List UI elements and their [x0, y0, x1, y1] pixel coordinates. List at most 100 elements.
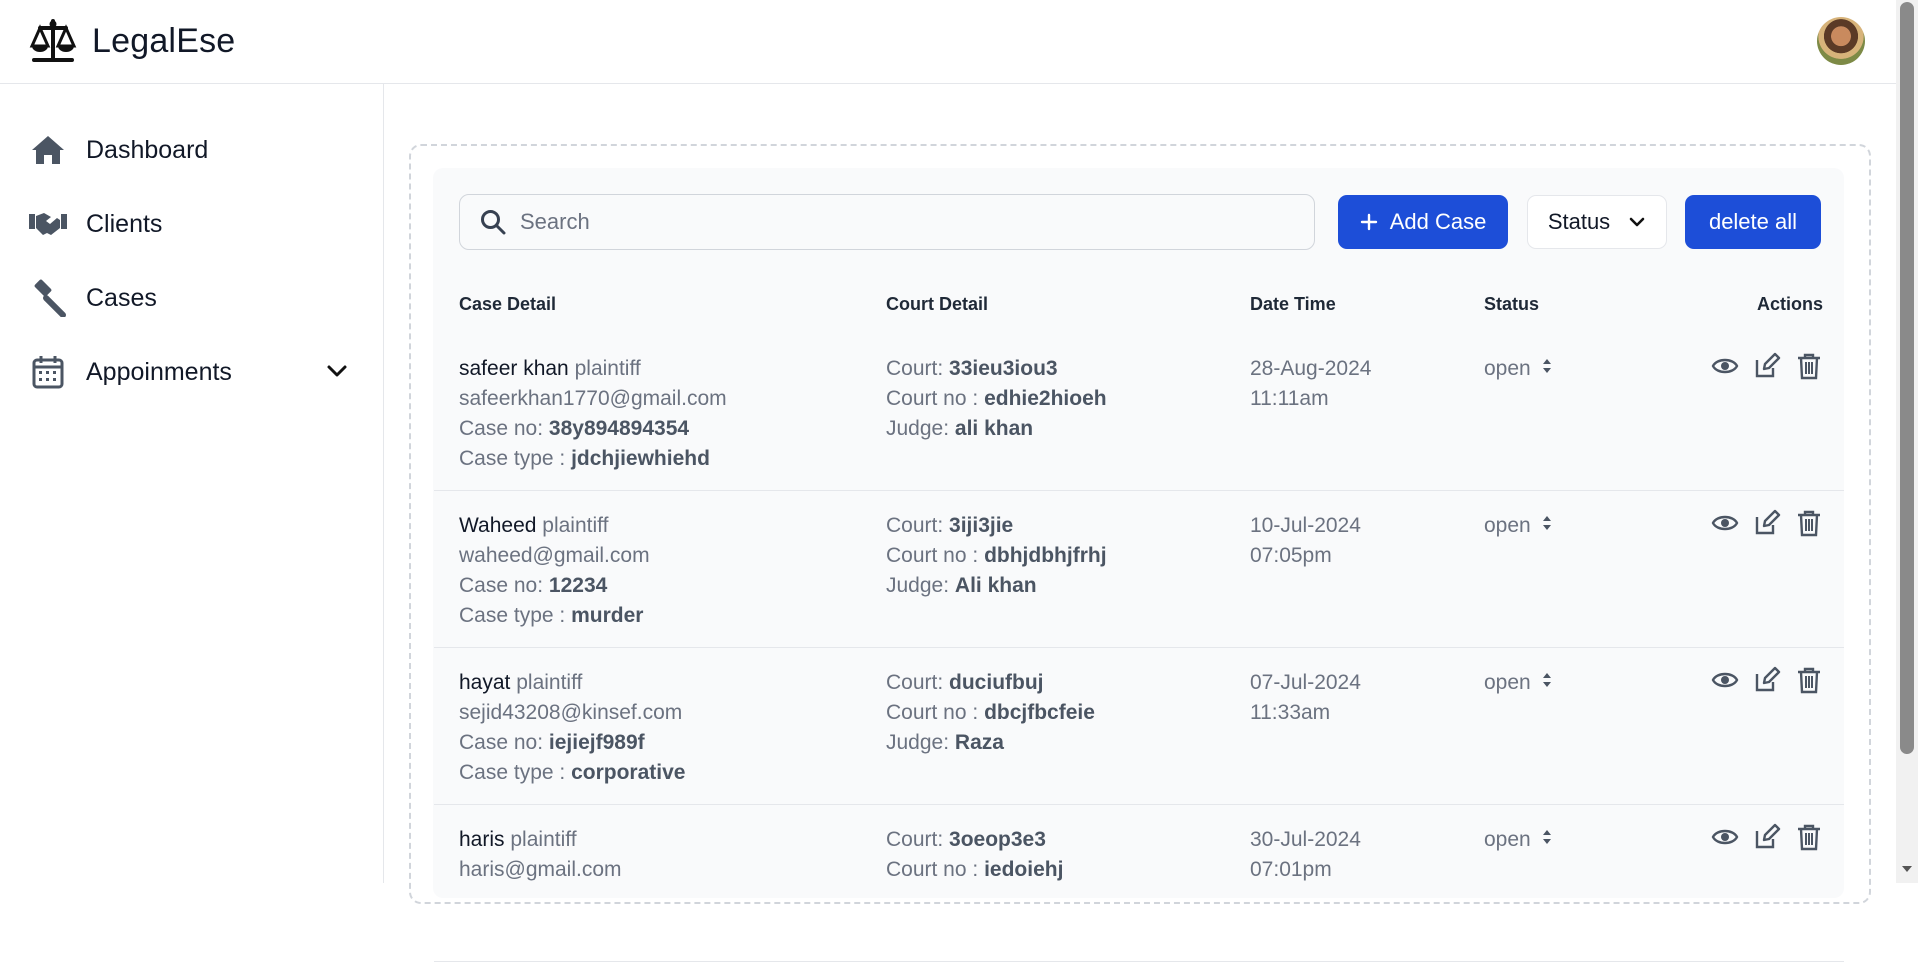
- table-row[interactable]: safeer khan plaintiff safeerkhan1770@gma…: [434, 334, 1844, 491]
- date-time-cell: 28-Aug-2024 11:11am: [1250, 354, 1371, 414]
- judge-label: Judge:: [886, 731, 950, 754]
- court-name: 33ieu3iou3: [949, 357, 1058, 380]
- table-row[interactable]: hayat plaintiff sejid43208@kinsef.com Ca…: [434, 648, 1844, 805]
- chevron-down-icon[interactable]: [326, 360, 348, 382]
- view-icon[interactable]: [1711, 509, 1739, 537]
- court-name: 3oeop3e3: [949, 828, 1046, 851]
- delete-all-button[interactable]: delete all: [1685, 195, 1821, 249]
- scrollbar-thumb[interactable]: [1900, 2, 1914, 754]
- sidebar-item-label: Appoinments: [86, 357, 232, 386]
- column-header-court-detail[interactable]: Court Detail: [886, 294, 988, 315]
- delete-icon[interactable]: [1795, 823, 1823, 851]
- sidebar-item-cases[interactable]: Cases: [28, 276, 348, 320]
- search-box[interactable]: [459, 194, 1315, 250]
- court-number-label: Court no :: [886, 544, 979, 567]
- view-icon[interactable]: [1711, 666, 1739, 694]
- plus-icon: [1360, 213, 1377, 231]
- case-time: 11:11am: [1250, 387, 1329, 410]
- case-number: iejiejf989f: [548, 731, 645, 754]
- sidebar-item-label: Clients: [86, 209, 163, 238]
- date-time-cell: 07-Jul-2024 11:33am: [1250, 668, 1361, 728]
- calendar-icon: [28, 352, 68, 392]
- client-name: hayat: [459, 671, 511, 694]
- delete-icon[interactable]: [1795, 666, 1823, 694]
- gavel-icon: [28, 278, 68, 318]
- column-header-date-time[interactable]: Date Time: [1250, 294, 1336, 315]
- case-type: jdchjiewhiehd: [571, 447, 710, 470]
- case-number-label: Case no:: [459, 731, 544, 754]
- brand[interactable]: LegalEse: [28, 18, 235, 64]
- court-detail-cell: Court: duciufbuj Court no : dbcjfbcfeie …: [886, 668, 1095, 758]
- judge-name: ali khan: [954, 417, 1034, 440]
- client-name: haris: [459, 828, 505, 851]
- court-label: Court:: [886, 357, 944, 380]
- client-role: plaintiff: [510, 828, 577, 851]
- column-header-case-detail[interactable]: Case Detail: [459, 294, 556, 315]
- add-case-label: Add Case: [1389, 209, 1487, 234]
- sidebar-item-clients[interactable]: Clients: [28, 202, 348, 246]
- edit-icon[interactable]: [1753, 352, 1781, 380]
- status-select[interactable]: open: [1484, 354, 1553, 384]
- row-actions: [1711, 352, 1823, 380]
- search-icon: [481, 210, 506, 235]
- case-date: 30-Jul-2024: [1250, 828, 1361, 851]
- row-actions: [1711, 823, 1823, 851]
- status-filter-dropdown[interactable]: Status: [1527, 195, 1667, 249]
- sidebar-item-dashboard[interactable]: Dashboard: [28, 128, 348, 172]
- case-number: 38y894894354: [548, 417, 690, 440]
- view-icon[interactable]: [1711, 352, 1739, 380]
- add-case-button[interactable]: Add Case: [1338, 195, 1508, 249]
- client-role: plaintiff: [574, 357, 641, 380]
- sort-arrows-icon: [1541, 668, 1553, 698]
- sort-arrows-icon: [1541, 354, 1553, 384]
- case-date: 28-Aug-2024: [1250, 357, 1372, 380]
- status-filter-label: Status: [1547, 209, 1611, 234]
- sidebar-item-appointments[interactable]: Appoinments: [28, 350, 348, 394]
- status-value: open: [1484, 671, 1531, 694]
- case-type-label: Case type :: [459, 604, 566, 627]
- court-number: iedoiehj: [984, 858, 1064, 881]
- court-label: Court:: [886, 828, 944, 851]
- edit-icon[interactable]: [1753, 823, 1781, 851]
- case-time: 07:01pm: [1250, 858, 1332, 881]
- app-name: LegalEse: [92, 21, 236, 60]
- judge-label: Judge:: [886, 417, 950, 440]
- view-icon[interactable]: [1711, 823, 1739, 851]
- edit-icon[interactable]: [1753, 509, 1781, 537]
- case-detail-cell: haris plaintiff haris@gmail.com: [459, 825, 622, 885]
- status-value: open: [1484, 514, 1531, 537]
- edit-icon[interactable]: [1753, 666, 1781, 694]
- sidebar: Dashboard Clients Cases Appoinments: [0, 84, 384, 883]
- sort-arrows-icon: [1541, 825, 1553, 855]
- delete-icon[interactable]: [1795, 352, 1823, 380]
- status-select[interactable]: open: [1484, 511, 1553, 541]
- sidebar-item-label: Dashboard: [86, 135, 209, 164]
- status-select[interactable]: open: [1484, 668, 1553, 698]
- client-email: haris@gmail.com: [459, 858, 622, 881]
- table-row[interactable]: haris plaintiff haris@gmail.com Court: 3…: [434, 805, 1844, 962]
- client-role: plaintiff: [516, 671, 583, 694]
- case-date: 10-Jul-2024: [1250, 514, 1361, 537]
- court-number-label: Court no :: [886, 858, 979, 881]
- sort-arrows-icon: [1541, 511, 1553, 541]
- date-time-cell: 10-Jul-2024 07:05pm: [1250, 511, 1361, 571]
- court-label: Court:: [886, 671, 944, 694]
- judge-name: Ali khan: [954, 574, 1037, 597]
- page-scrollbar[interactable]: [1896, 0, 1918, 883]
- column-header-status[interactable]: Status: [1484, 294, 1539, 315]
- case-time: 11:33am: [1250, 701, 1331, 724]
- avatar[interactable]: [1817, 17, 1865, 65]
- judge-name: Raza: [954, 731, 1004, 754]
- court-number: dbhjdbhjfrhj: [984, 544, 1107, 567]
- status-select[interactable]: open: [1484, 825, 1553, 855]
- scales-icon: [29, 19, 77, 62]
- table-row[interactable]: Waheed plaintiff waheed@gmail.com Case n…: [434, 491, 1844, 648]
- client-name: Waheed: [459, 514, 537, 537]
- case-detail-cell: hayat plaintiff sejid43208@kinsef.com Ca…: [459, 668, 685, 788]
- case-number-label: Case no:: [459, 574, 544, 597]
- case-detail-cell: safeer khan plaintiff safeerkhan1770@gma…: [459, 354, 727, 474]
- scroll-down-icon[interactable]: [1902, 866, 1912, 872]
- row-actions: [1711, 666, 1823, 694]
- search-input[interactable]: [520, 209, 1280, 235]
- delete-icon[interactable]: [1795, 509, 1823, 537]
